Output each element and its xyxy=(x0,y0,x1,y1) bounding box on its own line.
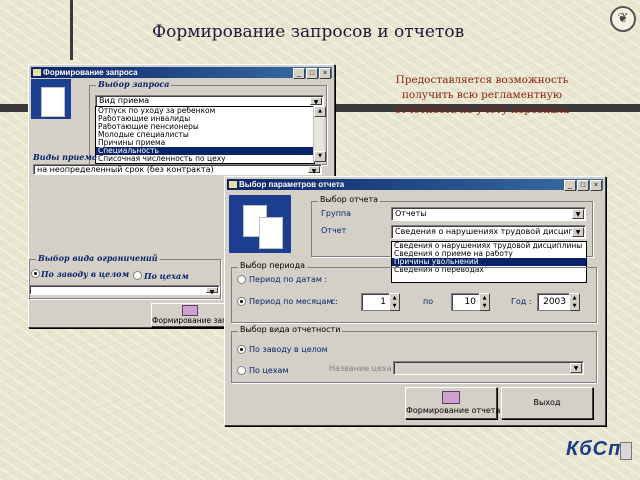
radio-shops[interactable] xyxy=(133,271,142,280)
chevron-down-icon[interactable]: ▼ xyxy=(572,209,584,219)
report-window-titlebar[interactable]: Выбор параметров отчета _ □ × xyxy=(227,179,603,191)
window-icon xyxy=(229,181,237,188)
radio-factory[interactable] xyxy=(31,269,40,278)
report-option-item[interactable]: Причины увольнений xyxy=(392,258,586,266)
leaf-emblem-icon: ❦ xyxy=(610,6,636,32)
decor-picture xyxy=(229,195,291,253)
radio-shops-label: По цехам xyxy=(249,366,289,375)
radio-period-dates[interactable] xyxy=(237,275,246,284)
chevron-down-icon[interactable]: ▼ xyxy=(308,166,320,174)
group-label: Группа xyxy=(321,209,352,218)
report-type-label: Выбор вида отчетности xyxy=(238,325,343,334)
decor-bar-vertical xyxy=(70,0,73,60)
from-month-field[interactable]: 1 xyxy=(361,293,390,311)
restrict-combo[interactable]: ▼ xyxy=(29,285,220,295)
slide-note: Предоставляется возможность получить всю… xyxy=(394,74,570,116)
chevron-down-icon[interactable]: ▼ xyxy=(570,363,582,373)
period-group-label: Выбор периода xyxy=(238,261,308,270)
query-list[interactable]: Отпуск по уходу за ребенком Работающие ин… xyxy=(95,106,315,164)
from-month-spinner[interactable]: ▲ ▼ xyxy=(389,293,400,311)
query-list-item[interactable]: Работающие инвалиды xyxy=(96,115,314,123)
report-label: Отчет xyxy=(321,226,347,235)
query-group-label: Выбор запроса xyxy=(96,79,172,89)
query-list-item[interactable]: Отпуск по уходу за ребенком xyxy=(96,107,314,115)
report-window: Выбор параметров отчета _ □ × Выбор отче… xyxy=(224,176,606,426)
year-label: Год : xyxy=(511,297,532,306)
printer-icon xyxy=(442,391,460,404)
report-combo[interactable]: Сведения о нарушениях трудовой дисциплин… xyxy=(391,225,586,239)
query-list-item[interactable]: Списочная численность по цеху xyxy=(96,155,314,163)
radio-factory-label: По заводу в целом xyxy=(41,269,130,279)
kind-combo[interactable]: на неопределенный срок (без контракта) ▼ xyxy=(33,164,322,175)
report-select-label: Выбор отчета xyxy=(318,195,381,204)
close-icon[interactable]: × xyxy=(590,180,602,191)
query-window-titlebar[interactable]: Формирование запроса _ □ × xyxy=(31,67,332,79)
year-field[interactable]: 2003 xyxy=(537,293,570,311)
chevron-down-icon[interactable]: ▼ xyxy=(206,287,218,294)
radio-shops[interactable] xyxy=(237,366,246,375)
query-list-item[interactable]: Причины приема xyxy=(96,139,314,147)
report-window-title: Выбор параметров отчета xyxy=(239,180,345,189)
brand-logo: КбСп xyxy=(566,438,622,460)
shop-name-combo[interactable]: ▼ xyxy=(393,361,584,375)
query-list-item[interactable]: Молодые специалисты xyxy=(96,131,314,139)
shop-name-label: Название цеха : xyxy=(329,364,397,373)
from-label: с xyxy=(331,297,336,306)
query-window-title: Формирование запроса xyxy=(43,68,138,77)
chevron-down-icon[interactable]: ▼ xyxy=(572,227,584,237)
decor-bar-horizontal xyxy=(0,104,28,112)
decor-picture xyxy=(31,79,71,119)
group-combo[interactable]: Отчеты ▼ xyxy=(391,207,586,221)
radio-factory-label: По заводу в целом xyxy=(249,345,328,354)
query-list-item[interactable]: Работающие пенсионеры xyxy=(96,123,314,131)
close-icon[interactable]: × xyxy=(319,68,331,79)
minimize-icon[interactable]: _ xyxy=(293,68,305,79)
report-option-item[interactable]: Сведения о нарушениях трудовой дисциплин… xyxy=(392,242,586,250)
make-report-button[interactable]: Формирование отчета xyxy=(405,387,500,419)
restrict-group-label: Выбор вида ограничений xyxy=(36,253,160,263)
scroll-up-icon[interactable]: ▲ xyxy=(314,106,326,117)
period-dates-label: Период по датам : xyxy=(249,275,328,284)
to-month-spinner[interactable]: ▲ ▼ xyxy=(479,293,490,311)
make-query-button[interactable]: Формирование запроса xyxy=(151,303,245,327)
radio-shops-label: По цехам xyxy=(144,271,189,281)
scroll-down-icon[interactable]: ▼ xyxy=(314,151,326,162)
document-icon xyxy=(620,442,632,460)
query-list-item[interactable]: Специальность xyxy=(96,147,314,155)
report-option-item[interactable]: Сведения о приеме на работу xyxy=(392,250,586,258)
to-month-field[interactable]: 10 xyxy=(451,293,480,311)
minimize-icon[interactable]: _ xyxy=(564,180,576,191)
query-list-scrollbar[interactable]: ▲ ▼ xyxy=(313,106,326,162)
to-label: по xyxy=(423,297,434,306)
slide-title: Формирование запросов и отчетов xyxy=(152,22,465,42)
printer-icon xyxy=(182,305,198,316)
kind-label: Виды приема xyxy=(33,152,98,162)
maximize-icon[interactable]: □ xyxy=(306,68,318,79)
maximize-icon[interactable]: □ xyxy=(577,180,589,191)
window-icon xyxy=(33,69,41,76)
exit-button[interactable]: Выход xyxy=(501,387,593,419)
year-spinner[interactable]: ▲ ▼ xyxy=(569,293,580,311)
radio-period-months[interactable] xyxy=(237,297,246,306)
chevron-down-icon[interactable]: ▼ xyxy=(310,97,322,106)
radio-factory[interactable] xyxy=(237,345,246,354)
report-type-group: Выбор вида отчетности xyxy=(231,325,597,383)
period-months-label: Период по месяцам : xyxy=(249,297,338,306)
